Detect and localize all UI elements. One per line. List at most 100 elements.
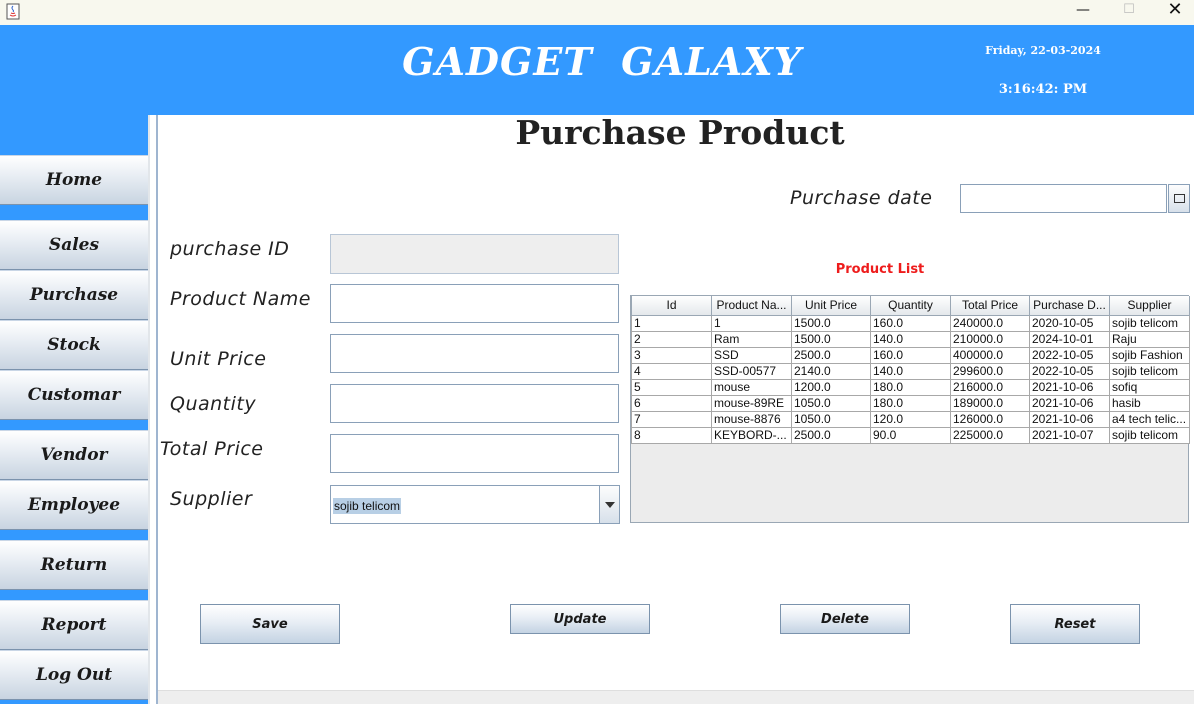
table-cell[interactable]: Raju — [1109, 330, 1190, 348]
table-cell[interactable]: Ram — [711, 330, 792, 348]
table-cell[interactable]: 1050.0 — [791, 394, 871, 412]
table-cell[interactable]: mouse — [711, 378, 792, 396]
table-cell[interactable]: 5 — [631, 378, 712, 396]
column-header[interactable]: Id — [631, 296, 712, 316]
table-cell[interactable]: mouse-8876 — [711, 410, 792, 428]
sidebar-item-customar[interactable]: Customar — [0, 370, 148, 420]
sidebar-item-home[interactable]: Home — [0, 155, 148, 205]
table-cell[interactable]: 225000.0 — [950, 426, 1030, 444]
table-cell[interactable]: sojib Fashion — [1109, 346, 1190, 364]
table-cell[interactable]: 6 — [631, 394, 712, 412]
table-cell[interactable]: 2500.0 — [791, 346, 871, 364]
column-header[interactable]: Product Na... — [711, 296, 792, 316]
table-cell[interactable]: 2020-10-05 — [1029, 314, 1110, 332]
table-cell[interactable]: 240000.0 — [950, 314, 1030, 332]
table-cell[interactable]: sojib telicom — [1109, 426, 1190, 444]
table-cell[interactable]: 1 — [631, 314, 712, 332]
update-button[interactable]: Update — [510, 604, 650, 634]
table-cell[interactable]: 2 — [631, 330, 712, 348]
sidebar-item-employee[interactable]: Employee — [0, 480, 148, 530]
table-cell[interactable]: hasib — [1109, 394, 1190, 412]
table-row[interactable]: 6 mouse-89RE 1050.0 180.0 189000.0 2021-10-06… — [631, 394, 1190, 412]
table-cell[interactable]: 1500.0 — [791, 314, 871, 332]
table-cell[interactable]: 189000.0 — [950, 394, 1030, 412]
table-cell[interactable]: 216000.0 — [950, 378, 1030, 396]
sidebar-item-stock[interactable]: Stock — [0, 320, 148, 370]
table-cell[interactable]: a4 tech telic... — [1109, 410, 1190, 428]
table-cell[interactable]: 160.0 — [870, 346, 951, 364]
panel-divider-line — [156, 115, 158, 704]
table-cell[interactable]: 2021-10-07 — [1029, 426, 1110, 444]
table-cell[interactable]: 1200.0 — [791, 378, 871, 396]
maximize-button[interactable]: ☐ — [1106, 0, 1152, 25]
table-cell[interactable]: sofiq — [1109, 378, 1190, 396]
table-cell[interactable]: SSD — [711, 346, 792, 364]
table-row[interactable]: 8 KEYBORD-... 2500.0 90.0 225000.0 2021-10-07… — [631, 426, 1190, 444]
table-cell[interactable]: 1 — [711, 314, 792, 332]
table-cell[interactable]: 120.0 — [870, 410, 951, 428]
table-row[interactable]: 2 Ram 1500.0 140.0 210000.0 2024-10-01 Raju — [631, 330, 1190, 348]
column-header[interactable]: Quantity — [870, 296, 951, 316]
table-cell[interactable]: 140.0 — [870, 330, 951, 348]
purchase-date-field[interactable] — [960, 184, 1167, 213]
table-cell[interactable]: 400000.0 — [950, 346, 1030, 364]
table-cell[interactable]: SSD-00577 — [711, 362, 792, 380]
table-cell[interactable]: 3 — [631, 346, 712, 364]
table-cell[interactable]: 2500.0 — [791, 426, 871, 444]
column-header[interactable]: Unit Price — [791, 296, 871, 316]
table-cell[interactable]: mouse-89RE — [711, 394, 792, 412]
total-price-label: Total Price — [160, 438, 264, 460]
table-row[interactable]: 1 1 1500.0 160.0 240000.0 2020-10-05 sojib tel… — [631, 314, 1190, 332]
total-price-field[interactable] — [330, 434, 619, 473]
table-row[interactable]: 5 mouse 1200.0 180.0 216000.0 2021-10-06 sofiq — [631, 378, 1190, 396]
table-row[interactable]: 4 SSD-00577 2140.0 140.0 299600.0 2022-10-05 s… — [631, 362, 1190, 380]
sidebar-item-sales[interactable]: Sales — [0, 220, 148, 270]
column-header[interactable]: Purchase D... — [1029, 296, 1110, 316]
table-cell[interactable]: 90.0 — [870, 426, 951, 444]
table-cell[interactable]: 299600.0 — [950, 362, 1030, 380]
close-button[interactable]: ✕ — [1152, 0, 1194, 25]
sidebar-item-logout[interactable]: Log Out — [0, 650, 148, 700]
reset-button[interactable]: Reset — [1010, 604, 1140, 644]
table-cell[interactable]: 180.0 — [870, 378, 951, 396]
save-button[interactable]: Save — [200, 604, 340, 644]
table-cell[interactable]: 2021-10-06 — [1029, 410, 1110, 428]
calendar-button[interactable] — [1168, 184, 1190, 213]
table-cell[interactable]: 8 — [631, 426, 712, 444]
chevron-down-icon[interactable] — [599, 486, 619, 523]
sidebar-item-report[interactable]: Report — [0, 600, 148, 650]
table-cell[interactable]: 2140.0 — [791, 362, 871, 380]
table-cell[interactable]: 2022-10-05 — [1029, 362, 1110, 380]
table-cell[interactable]: 4 — [631, 362, 712, 380]
table-cell[interactable]: 7 — [631, 410, 712, 428]
status-bar — [158, 690, 1194, 704]
table-cell[interactable]: 126000.0 — [950, 410, 1030, 428]
table-cell[interactable]: 210000.0 — [950, 330, 1030, 348]
table-cell[interactable]: 2021-10-06 — [1029, 394, 1110, 412]
table-cell[interactable]: 160.0 — [870, 314, 951, 332]
minimize-button[interactable]: — — [1060, 0, 1106, 25]
table-cell[interactable]: KEYBORD-... — [711, 426, 792, 444]
table-cell[interactable]: 140.0 — [870, 362, 951, 380]
sidebar-item-vendor[interactable]: Vendor — [0, 430, 148, 480]
table-cell[interactable]: 2021-10-06 — [1029, 378, 1110, 396]
table-cell[interactable]: 180.0 — [870, 394, 951, 412]
table-row[interactable]: 7 mouse-8876 1050.0 120.0 126000.0 2021-10-06… — [631, 410, 1190, 428]
table-cell[interactable]: 1050.0 — [791, 410, 871, 428]
supplier-dropdown[interactable]: sojib telicom — [330, 485, 620, 524]
table-cell[interactable]: sojib telicom — [1109, 362, 1190, 380]
sidebar-item-purchase[interactable]: Purchase — [0, 270, 148, 320]
delete-button[interactable]: Delete — [780, 604, 910, 634]
table-cell[interactable]: 2024-10-01 — [1029, 330, 1110, 348]
unit-price-field[interactable] — [330, 334, 619, 373]
purchase-id-field[interactable] — [330, 234, 619, 274]
column-header[interactable]: Supplier — [1109, 296, 1190, 316]
table-cell[interactable]: 2022-10-05 — [1029, 346, 1110, 364]
table-row[interactable]: 3 SSD 2500.0 160.0 400000.0 2022-10-05 sojib F… — [631, 346, 1190, 364]
column-header[interactable]: Total Price — [950, 296, 1030, 316]
table-cell[interactable]: sojib telicom — [1109, 314, 1190, 332]
table-cell[interactable]: 1500.0 — [791, 330, 871, 348]
sidebar-item-return[interactable]: Return — [0, 540, 148, 590]
quantity-field[interactable] — [330, 384, 619, 423]
product-name-field[interactable] — [330, 284, 619, 323]
